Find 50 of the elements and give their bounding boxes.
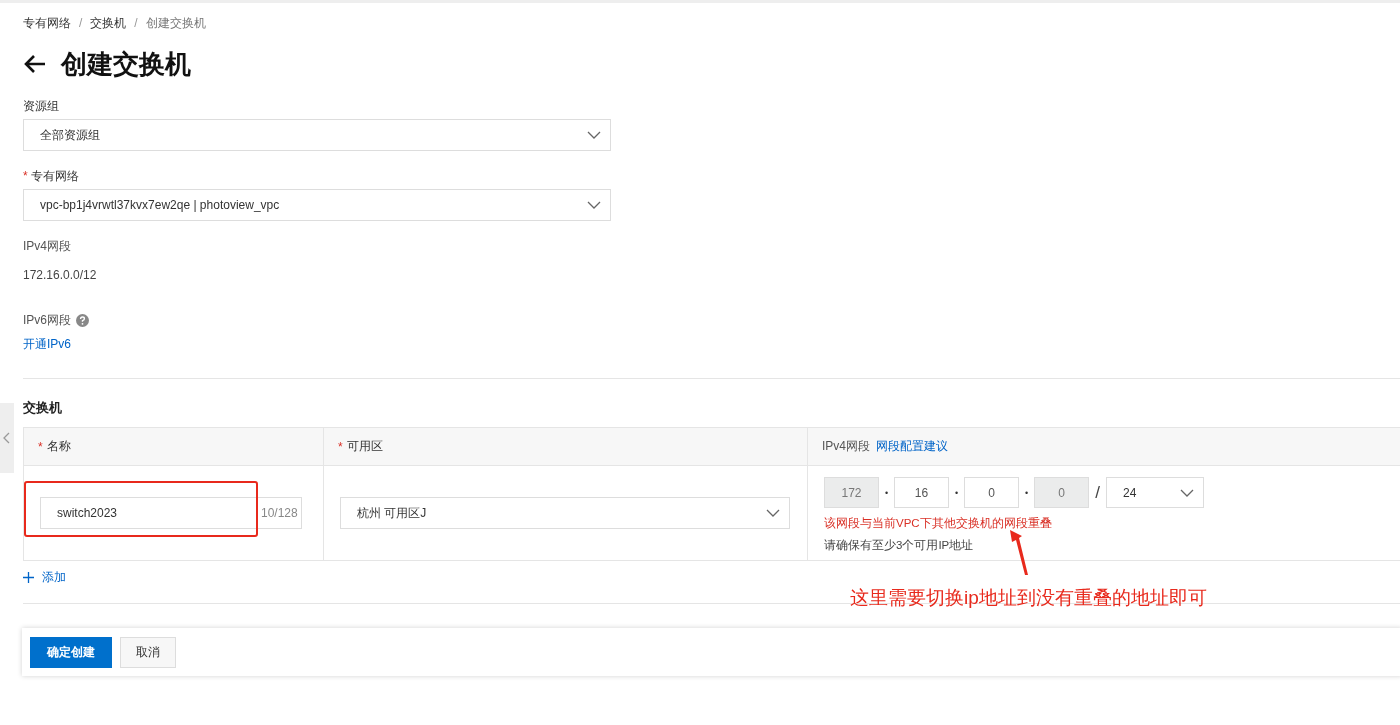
- required-mark: *: [38, 439, 43, 454]
- field-label: IPv6网段: [23, 311, 71, 329]
- ipv4-value: 172.16.0.0/12: [23, 268, 98, 282]
- breadcrumb-item: 创建交换机: [145, 14, 206, 32]
- breadcrumb-item[interactable]: 专有网络: [23, 14, 71, 32]
- zone-select[interactable]: 杭州 可用区J: [340, 497, 790, 529]
- character-count: 10/128: [258, 497, 302, 529]
- chevron-down-icon: [587, 131, 601, 139]
- section-title: 交换机: [23, 399, 63, 417]
- slash-separator: /: [1094, 482, 1101, 503]
- required-mark: *: [338, 439, 343, 454]
- annotation-text: 这里需要切换ip地址到没有重叠的地址即可: [850, 586, 1207, 610]
- column-header: 名称: [46, 438, 71, 455]
- breadcrumb-separator: /: [79, 16, 83, 30]
- breadcrumb-separator: /: [134, 16, 138, 30]
- plus-icon: [23, 572, 34, 583]
- octet-dot: •: [1023, 487, 1030, 498]
- column-header: 可用区: [346, 438, 383, 455]
- vpc-select[interactable]: vpc-bp1j4vrwtl37kvx7ew2qe | photoview_vpc: [23, 189, 611, 221]
- back-arrow-icon[interactable]: [23, 54, 47, 74]
- octet-dot: •: [883, 487, 890, 498]
- create-button[interactable]: 确定创建: [30, 636, 112, 668]
- breadcrumb-item[interactable]: 交换机: [90, 14, 127, 32]
- resource-group-select[interactable]: 全部资源组: [23, 119, 611, 151]
- field-label: 资源组: [23, 97, 59, 115]
- hint-text: 请确保有至少3个可用IP地址: [824, 538, 975, 553]
- chevron-down-icon: [587, 201, 601, 209]
- mask-select[interactable]: 24: [1106, 477, 1204, 508]
- chevron-down-icon: [1180, 488, 1194, 497]
- chevron-left-icon: [3, 432, 11, 444]
- ip-octet-input[interactable]: 16: [894, 477, 949, 508]
- add-row-link[interactable]: 添加: [23, 569, 66, 586]
- required-mark: *: [23, 169, 28, 183]
- chevron-down-icon: [766, 509, 780, 517]
- ip-octet-input: 172: [824, 477, 879, 508]
- field-label: 专有网络: [30, 167, 79, 185]
- field-label: IPv4网段: [23, 238, 72, 254]
- column-header: IPv4网段: [822, 438, 870, 455]
- page-title: 创建交换机: [61, 47, 191, 81]
- help-icon[interactable]: [76, 313, 89, 327]
- cidr-advice-link[interactable]: 网段配置建议: [876, 438, 948, 455]
- sidebar-collapse-handle[interactable]: [0, 403, 14, 473]
- cancel-button[interactable]: 取消: [120, 636, 176, 668]
- add-label: 添加: [42, 569, 66, 586]
- error-message: 该网段与当前VPC下其他交换机的网段重叠: [824, 516, 1053, 531]
- name-input[interactable]: switch2023: [40, 497, 258, 529]
- ip-octet-input[interactable]: 0: [964, 477, 1019, 508]
- ip-octet-input: 0: [1034, 477, 1089, 508]
- octet-dot: •: [953, 487, 960, 498]
- enable-ipv6-link[interactable]: 开通IPv6: [23, 336, 71, 353]
